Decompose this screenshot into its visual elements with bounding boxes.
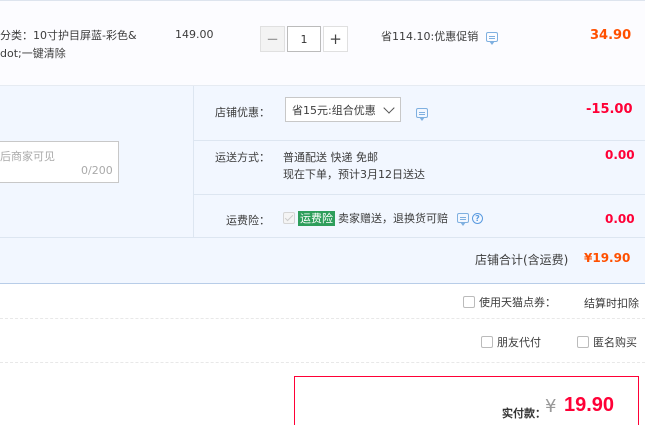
friend-pay-checkbox[interactable]	[481, 336, 493, 348]
insurance-badge: 运费险	[298, 210, 335, 226]
anonymous-label: 匿名购买	[593, 336, 637, 349]
chat-icon[interactable]	[457, 213, 469, 226]
anonymous-checkbox[interactable]	[577, 336, 589, 348]
item-desc-line1: 分类：10寸护目屏蓝-彩色&	[0, 29, 137, 42]
chevron-down-icon	[383, 102, 395, 114]
qty-decrease-button[interactable]: −	[260, 26, 285, 52]
item-promo: 省114.10:优惠促销	[381, 28, 498, 45]
shop-total-label: 店铺合计(含运费)	[475, 253, 569, 267]
shipping-line2: 现在下单，预计3月12日送达	[283, 168, 425, 181]
payment-label: 实付款：	[502, 407, 546, 420]
insurance-amount: 0.00	[605, 212, 635, 226]
help-icon[interactable]: ?	[472, 212, 483, 224]
item-unit-price: 149.00	[175, 28, 214, 41]
shipping-amount: 0.00	[605, 148, 635, 162]
insurance-label: 运费险：	[226, 214, 270, 227]
qty-increase-button[interactable]: +	[323, 26, 348, 52]
buyer-message-placeholder: 后商家可见	[0, 150, 55, 163]
qty-input[interactable]: 1	[287, 26, 321, 52]
divider	[193, 194, 645, 195]
item-description[interactable]: 分类：10寸护目屏蓝-彩色& dot;一键清除	[0, 27, 170, 63]
anonymous-option[interactable]: 匿名购买	[577, 334, 637, 350]
friend-pay-label: 朋友代付	[497, 336, 541, 349]
buyer-message-count: 0/200	[81, 164, 113, 177]
divider	[0, 362, 645, 363]
payment-amount: 19.90	[564, 394, 615, 416]
shop-discount-selected: 省15元:组合优惠	[292, 103, 376, 117]
shop-discount-label: 店铺优惠：	[215, 106, 270, 119]
chat-icon[interactable]	[485, 32, 498, 45]
divider	[0, 237, 645, 238]
shipping-line1: 普通配送 快递 免邮	[283, 151, 378, 164]
shipping-label: 运送方式：	[215, 151, 270, 164]
item-total-price: 34.90	[590, 28, 632, 43]
shop-discount-select[interactable]: 省15元:组合优惠	[285, 97, 401, 122]
shipping-method: 普通配送 快递 免邮 现在下单，预计3月12日送达	[283, 149, 425, 183]
chat-icon[interactable]	[416, 108, 428, 121]
friend-pay-option[interactable]: 朋友代付	[481, 334, 541, 350]
quantity-stepper: − 1 +	[260, 26, 348, 52]
tmall-points-note: 结算时扣除	[584, 297, 639, 310]
insurance-text: 卖家赠送，退换货可赔	[338, 212, 448, 225]
shop-discount-amount: -15.00	[586, 102, 633, 117]
insurance-checkbox[interactable]	[283, 212, 295, 224]
insurance-option: 运费险 卖家赠送，退换货可赔 ?	[283, 210, 483, 226]
item-promo-text: 省114.10:优惠促销	[381, 30, 479, 43]
tmall-points-option[interactable]: 使用天猫点券：	[463, 294, 556, 310]
divider	[193, 140, 645, 141]
tmall-points-label: 使用天猫点券：	[479, 296, 556, 309]
payment-currency: ¥	[545, 396, 557, 417]
item-desc-line2: dot;一键清除	[0, 47, 66, 60]
divider	[0, 318, 645, 319]
shop-total-value: ¥19.90	[584, 251, 631, 265]
tmall-points-checkbox[interactable]	[463, 296, 475, 308]
